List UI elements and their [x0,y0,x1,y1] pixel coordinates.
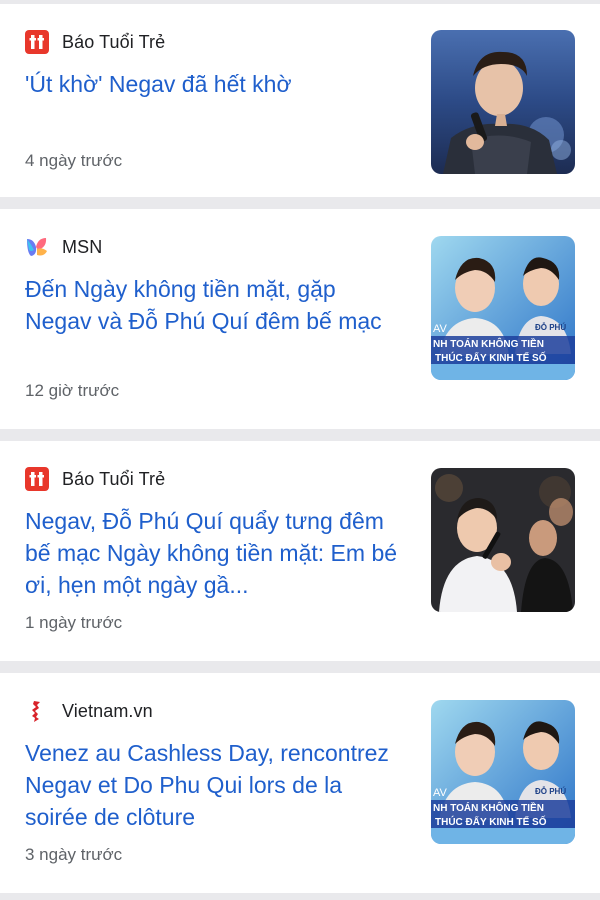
tuoitre-logo-icon [25,30,49,54]
msn-logo-icon [25,235,49,259]
source-row: Báo Tuổi Trẻ [25,467,165,491]
poster-text: ĐỖ PHÚ [535,787,566,796]
poster-text: NH TOÁN KHÔNG TIỀN [433,801,544,814]
timestamp: 4 ngày trước [25,151,123,170]
timestamp: 3 ngày trước [25,845,123,864]
source-name: Vietnam.vn [62,700,153,721]
promo-poster-thumbnail[interactable]: AV ĐỖ PHÚ NH TOÁN KHÔNG TIỀN THÚC ĐẨY KI… [431,700,575,844]
headline-link[interactable]: 'Út khờ' Negav đã hết khờ [25,68,407,100]
news-card[interactable]: MSN Đến Ngày không tiền mặt, gặp Negav v… [0,209,600,429]
poster-text: AV [433,323,448,335]
poster-text: NH TOÁN KHÔNG TIỀN [433,337,544,350]
tuoitre-logo-icon [25,467,49,491]
concert-singer-thumbnail[interactable] [431,30,575,174]
news-card[interactable]: Vietnam.vn Venez au Cashless Day, rencon… [0,673,600,893]
source-row: Báo Tuổi Trẻ [25,30,165,54]
poster-text: AV [433,787,448,799]
source-name: MSN [62,236,103,257]
timestamp: 12 giờ trước [25,381,120,400]
news-card[interactable]: Báo Tuổi Trẻ 'Út khờ' Negav đã hết khờ 4… [0,4,600,197]
vietnam-vn-logo-icon [25,699,49,723]
headline-link[interactable]: Negav, Đỗ Phú Quí quẩy tưng đêm bế mạc N… [25,505,407,601]
news-card[interactable]: Báo Tuổi Trẻ Negav, Đỗ Phú Quí quẩy tưng… [0,441,600,661]
headline-link[interactable]: Đến Ngày không tiền mặt, gặp Negav và Đỗ… [25,273,407,337]
promo-poster-thumbnail[interactable]: AV ĐỖ PHÚ NH TOÁN KHÔNG TIỀN THÚC ĐẨY KI… [431,236,575,380]
source-row: Vietnam.vn [25,699,153,723]
news-feed: Báo Tuổi Trẻ 'Út khờ' Negav đã hết khờ 4… [0,0,600,900]
headline-link[interactable]: Venez au Cashless Day, rencontrez Negav … [25,737,407,833]
poster-text: THÚC ĐẨY KINH TẾ SỐ [435,814,547,828]
timestamp: 1 ngày trước [25,613,123,632]
poster-text: ĐỖ PHÚ [535,323,566,332]
source-name: Báo Tuổi Trẻ [62,31,166,52]
stage-performance-thumbnail[interactable] [431,468,575,612]
source-row: MSN [25,235,102,259]
poster-text: THÚC ĐẨY KINH TẾ SỐ [435,350,547,364]
source-name: Báo Tuổi Trẻ [62,468,166,489]
